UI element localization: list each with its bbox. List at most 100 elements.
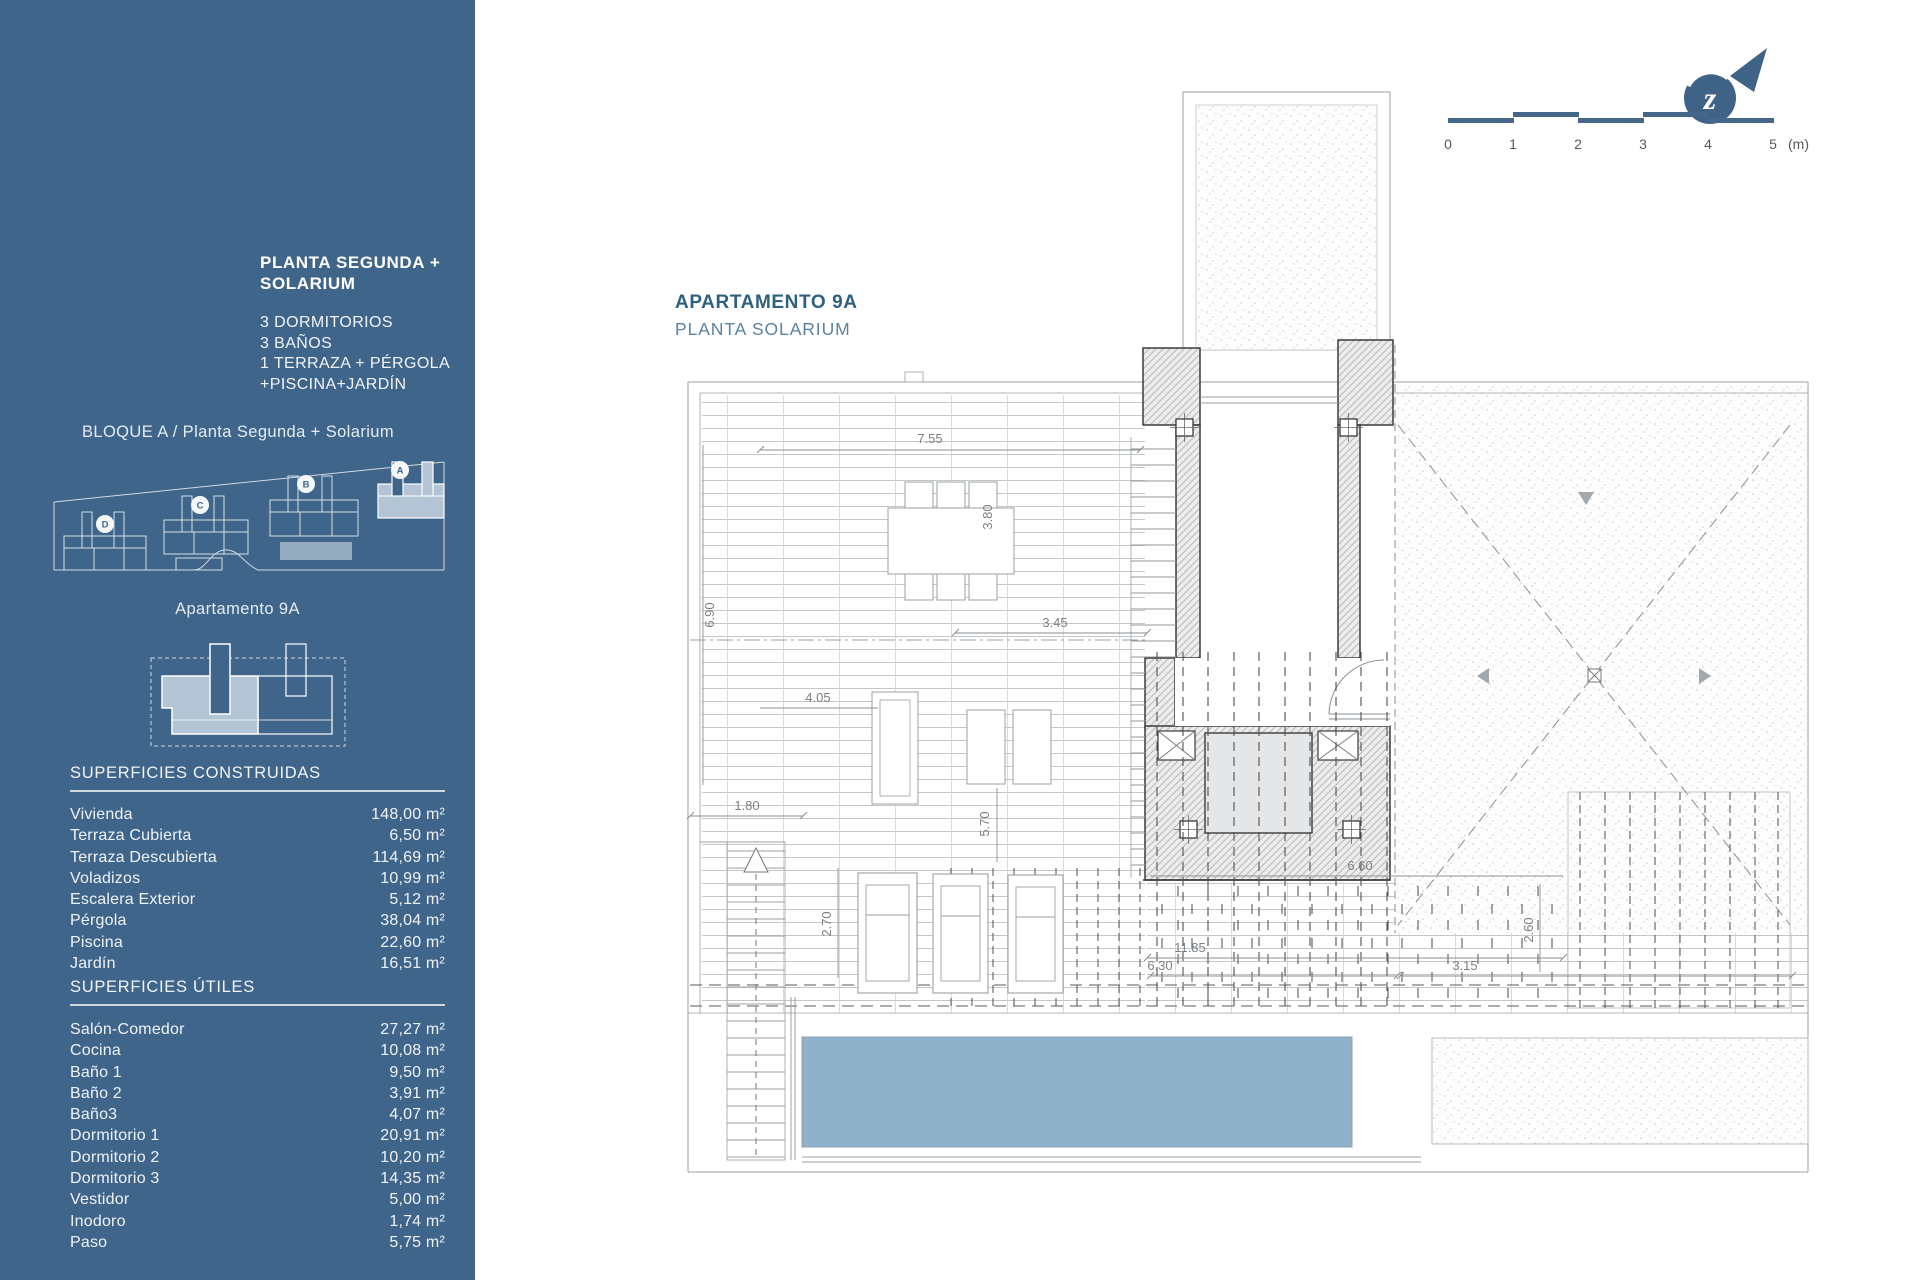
dimension-label: 1.80	[734, 798, 759, 813]
brochure-page: { "sidebar": { "title_lines": ["PLANTA S…	[0, 0, 1920, 1280]
utiles-heading: SUPERFICIES ÚTILES	[70, 978, 445, 1006]
area-label: Voladizos	[70, 870, 140, 891]
unit-diagram	[148, 628, 348, 750]
area-row: Dormitorio 3 14,35 m²	[70, 1170, 445, 1191]
dimension-label: 6.90	[702, 602, 717, 627]
area-label: Vivienda	[70, 806, 133, 827]
site-building-b	[270, 476, 358, 560]
area-value: 38,04 m²	[380, 912, 445, 933]
area-row: Paso 5,75 m²	[70, 1234, 445, 1255]
area-value: 9,50 m²	[389, 1064, 445, 1085]
construidas-table: Vivienda 148,00 m² Terraza Cubierta 6,50…	[70, 806, 445, 976]
area-row: Terraza Descubierta 114,69 m²	[70, 849, 445, 870]
svg-text:D: D	[102, 520, 109, 531]
area-value: 6,50 m²	[389, 827, 445, 848]
dimension-label: 6.60	[1347, 858, 1372, 873]
site-building-a-highlighted	[378, 462, 444, 518]
dimension-label: 11.85	[1174, 940, 1206, 955]
utiles-table: Salón-Comedor 27,27 m² Cocina 10,08 m² B…	[70, 1021, 445, 1255]
area-value: 148,00 m²	[371, 806, 445, 827]
area-row: Salón-Comedor 27,27 m²	[70, 1021, 445, 1042]
area-label: Dormitorio 1	[70, 1127, 160, 1148]
sun-loungers	[858, 873, 1063, 993]
area-label: Baño 2	[70, 1085, 122, 1106]
sidebar-title-line1: PLANTA SEGUNDA +	[260, 252, 440, 273]
area-value: 114,69 m²	[372, 849, 445, 870]
feature-list: 3 DORMITORIOS3 BAÑOS1 TERRAZA + PÉRGOLA+…	[260, 313, 450, 395]
floor-plan: 7.55 3.80 6.90 3.45 4.05 1.80 2.70 5.70 …	[660, 60, 1820, 1200]
site-block-badges: D C B A	[96, 461, 409, 533]
dimension-label: 7.55	[917, 431, 942, 446]
area-label: Salón-Comedor	[70, 1021, 185, 1042]
area-row: Piscina 22,60 m²	[70, 934, 445, 955]
area-row: Baño 2 3,91 m²	[70, 1085, 445, 1106]
stair-core	[1131, 340, 1393, 880]
site-plan-diagram: D C B A	[48, 448, 448, 578]
area-value: 10,08 m²	[380, 1042, 445, 1063]
area-row: Dormitorio 2 10,20 m²	[70, 1149, 445, 1170]
area-row: Escalera Exterior 5,12 m²	[70, 891, 445, 912]
area-label: Baño 1	[70, 1064, 122, 1085]
dimension-label: 3.80	[980, 504, 995, 529]
area-value: 22,60 m²	[380, 934, 445, 955]
dimension-label: 3.45	[1042, 615, 1067, 630]
area-label: Jardín	[70, 955, 116, 976]
area-label: Dormitorio 3	[70, 1170, 160, 1191]
dining-set	[888, 482, 1014, 600]
block-label: BLOQUE A / Planta Segunda + Solarium	[28, 423, 448, 442]
area-value: 14,35 m²	[380, 1170, 445, 1191]
area-row: Vestidor 5,00 m²	[70, 1191, 445, 1212]
area-label: Paso	[70, 1234, 107, 1255]
area-row: Pérgola 38,04 m²	[70, 912, 445, 933]
dimension-label: 2.60	[1521, 917, 1536, 942]
area-row: Terraza Cubierta 6,50 m²	[70, 827, 445, 848]
area-label: Piscina	[70, 934, 123, 955]
sidebar-title: PLANTA SEGUNDA + SOLARIUM	[260, 252, 440, 294]
dimension-label: 2.70	[819, 911, 834, 936]
area-value: 10,99 m²	[380, 870, 445, 891]
dimension-label: 5.70	[977, 811, 992, 836]
pool	[802, 1037, 1352, 1147]
area-value: 5,12 m²	[389, 891, 445, 912]
svg-text:B: B	[303, 480, 310, 491]
area-row: Voladizos 10,99 m²	[70, 870, 445, 891]
dimension-label: 3.15	[1452, 958, 1477, 973]
area-value: 1,74 m²	[389, 1213, 445, 1234]
svg-text:C: C	[197, 501, 204, 512]
area-value: 10,20 m²	[380, 1149, 445, 1170]
dimension-label: 6.30	[1147, 958, 1172, 973]
dimension-label: 4.05	[805, 690, 830, 705]
joist-ticks	[1150, 886, 1560, 1006]
feature-line: 3 DORMITORIOS	[260, 313, 450, 334]
feature-line: 3 BAÑOS	[260, 334, 450, 355]
area-row: Jardín 16,51 m²	[70, 955, 445, 976]
feature-line: 1 TERRAZA + PÉRGOLA	[260, 354, 450, 375]
area-row: Inodoro 1,74 m²	[70, 1213, 445, 1234]
apartment-label: Apartamento 9A	[0, 600, 475, 619]
feature-line: +PISCINA+JARDÍN	[260, 375, 450, 396]
garden	[1432, 1038, 1808, 1144]
construidas-heading: SUPERFICIES CONSTRUIDAS	[70, 764, 445, 792]
area-label: Escalera Exterior	[70, 891, 195, 912]
area-row: Dormitorio 1 20,91 m²	[70, 1127, 445, 1148]
sidebar: PLANTA SEGUNDA + SOLARIUM 3 DORMITORIOS3…	[0, 0, 475, 1280]
area-label: Terraza Descubierta	[70, 849, 217, 870]
area-value: 16,51 m²	[380, 955, 445, 976]
area-label: Vestidor	[70, 1191, 129, 1212]
area-label: Dormitorio 2	[70, 1149, 160, 1170]
sidebar-title-line2: SOLARIUM	[260, 273, 440, 294]
area-row: Cocina 10,08 m²	[70, 1042, 445, 1063]
area-label: Terraza Cubierta	[70, 827, 191, 848]
area-value: 5,00 m²	[389, 1191, 445, 1212]
area-row: Baño3 4,07 m²	[70, 1106, 445, 1127]
area-value: 20,91 m²	[380, 1127, 445, 1148]
area-row: Baño 1 9,50 m²	[70, 1064, 445, 1085]
terrace-stipple	[1395, 385, 1808, 933]
area-row: Vivienda 148,00 m²	[70, 806, 445, 827]
area-value: 4,07 m²	[389, 1106, 445, 1127]
pool-coping-line	[802, 1157, 1421, 1162]
roof-tower	[1183, 92, 1390, 350]
area-label: Inodoro	[70, 1213, 126, 1234]
area-value: 27,27 m²	[380, 1021, 445, 1042]
svg-text:A: A	[397, 466, 404, 477]
